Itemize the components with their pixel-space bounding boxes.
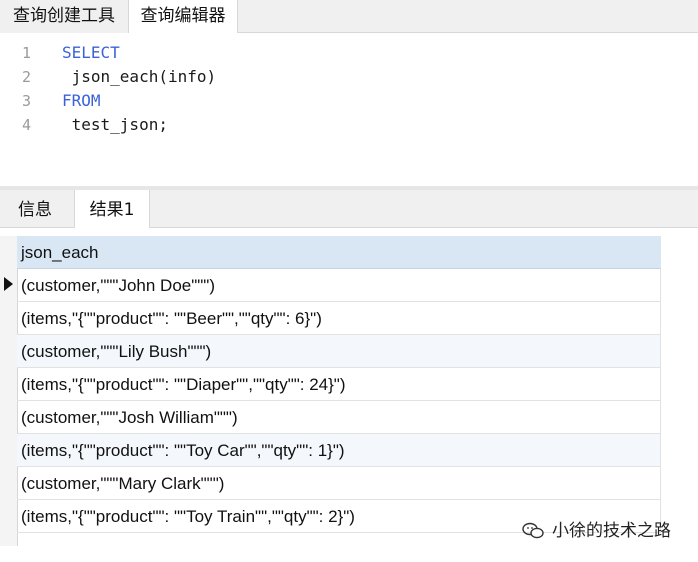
tab-messages[interactable]: 信息 — [0, 190, 70, 228]
top-tab-bar: 查询创建工具 查询编辑器 — [0, 0, 698, 34]
code-text: SELECT — [62, 43, 120, 62]
code-text: test_json; — [62, 115, 168, 134]
table-row[interactable]: (items,"{""product"": ""Toy Car"",""qty"… — [17, 434, 661, 467]
table-row[interactable]: (customer,"""Lily Bush""") — [17, 335, 661, 368]
line-number: 1 — [22, 44, 32, 62]
tab-result-1[interactable]: 结果1 — [74, 190, 150, 229]
line-number: 4 — [22, 116, 32, 134]
watermark-text: 小徐的技术之路 — [552, 521, 671, 541]
column-header-json-each[interactable]: json_each — [17, 236, 661, 269]
current-row-arrow-icon — [4, 277, 13, 291]
table-row[interactable]: (items,"{""product"": ""Diaper"",""qty""… — [17, 368, 661, 401]
result-grid: json_each (customer,"""John Doe""") (ite… — [0, 228, 698, 562]
sql-query-window: 查询创建工具 查询编辑器 1 SELECT 2 json_each(info) … — [0, 0, 698, 562]
code-text: json_each(info) — [62, 67, 217, 86]
table-row[interactable]: (customer,"""Mary Clark""") — [17, 467, 661, 500]
tab-query-editor[interactable]: 查询编辑器 — [128, 0, 238, 34]
tab-query-builder[interactable]: 查询创建工具 — [0, 0, 128, 33]
code-text: FROM — [62, 91, 101, 110]
table-row[interactable]: (items,"{""product"": ""Beer"",""qty"": … — [17, 302, 661, 335]
table-row[interactable]: (customer,"""Josh William""") — [17, 401, 661, 434]
table-row[interactable]: (customer,"""John Doe""") — [17, 269, 661, 302]
result-tab-bar: 信息 结果1 — [0, 190, 698, 229]
sql-editor[interactable]: 1 SELECT 2 json_each(info) 3 FROM 4 test… — [0, 33, 698, 186]
wechat-logo-icon — [522, 522, 544, 539]
line-number: 3 — [22, 92, 32, 110]
line-number: 2 — [22, 68, 32, 86]
